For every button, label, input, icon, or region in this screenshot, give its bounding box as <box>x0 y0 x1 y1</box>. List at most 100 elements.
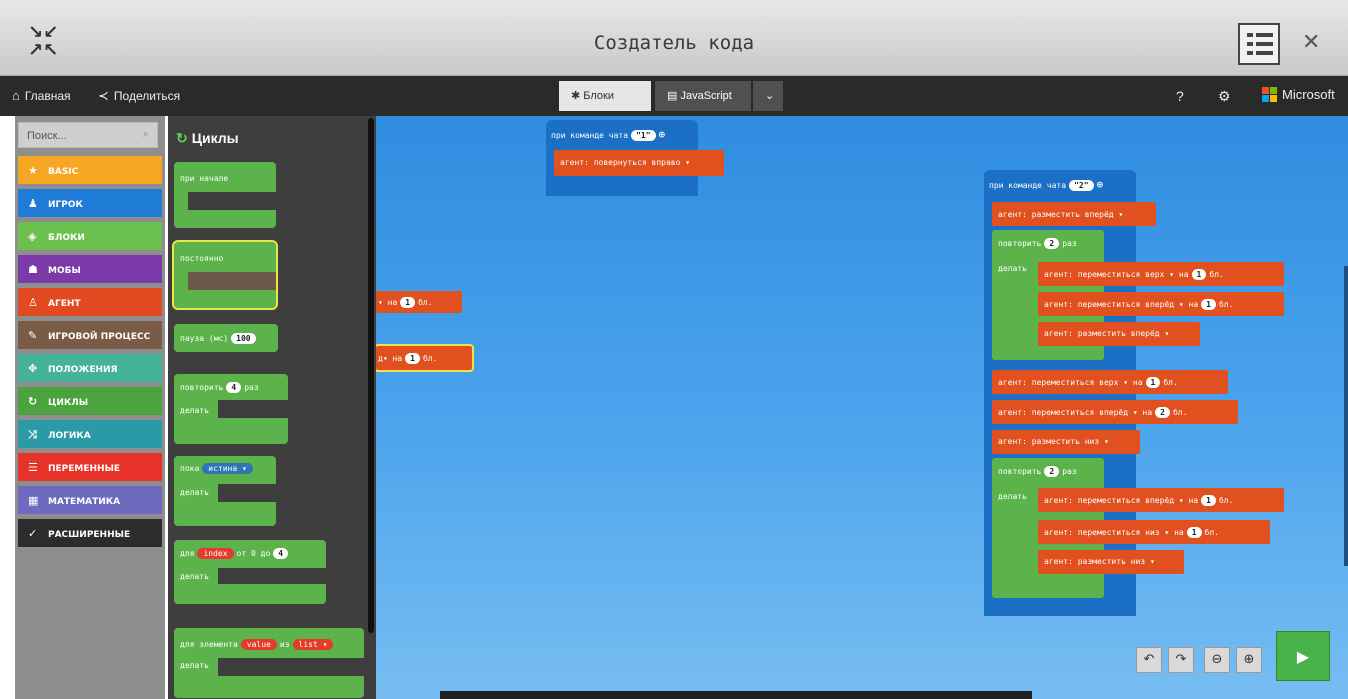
loop-icon: ↻ <box>176 130 188 146</box>
microsoft-logo-icon <box>1262 87 1278 103</box>
category-icon: ✎ <box>28 329 38 342</box>
repeat-1-label: повторить 2 раз <box>998 238 1077 249</box>
add-circle-icon-2[interactable]: ⊕ <box>1097 178 1104 191</box>
zoom-in-icon[interactable]: ⊕ <box>1236 647 1262 673</box>
help-icon[interactable]: ? <box>1176 88 1184 104</box>
place-forward-block-inner[interactable]: агент: разместить вперёд ▾ <box>1038 322 1200 346</box>
move-forward-block-2[interactable]: агент: переместиться вперёд ▾ на 2 бл. <box>992 400 1238 424</box>
category-icon: ★ <box>28 164 38 177</box>
while-condition[interactable]: истина ▾ <box>202 463 253 474</box>
move-up-block-1[interactable]: агент: переместиться верх ▾ на 1 бл. <box>1038 262 1284 286</box>
agent-place-forward-block[interactable]: агент: разместить вперёд ▾ <box>992 202 1156 226</box>
category-10[interactable]: ▦ МАТЕМАТИКА <box>18 486 162 514</box>
workspace-scrollbar[interactable] <box>1344 266 1348 566</box>
loops-flyout: ↻ Циклы при начале постоянно пауза (мс) 10… <box>168 116 376 699</box>
category-3[interactable]: ☗ МОБЫ <box>18 255 162 283</box>
for-do-label: делать <box>180 572 209 581</box>
for-to-value[interactable]: 4 <box>273 548 289 559</box>
repeat-block[interactable]: повторить 4 раз делать <box>174 374 288 444</box>
list-variable[interactable]: list ▾ <box>292 639 334 650</box>
ghost-move-block-2[interactable]: д▾ на 1 бл. <box>376 344 474 372</box>
for-each-block[interactable]: для элемента value из list ▾ делать <box>174 628 364 698</box>
search-input[interactable]: Поиск... ⌕ <box>18 122 158 148</box>
pause-label: пауза (мс) 100 <box>180 333 259 344</box>
redo-icon[interactable]: ↷ <box>1168 647 1194 673</box>
place-down-block-2[interactable]: агент: разместить низ ▾ <box>1038 550 1184 574</box>
category-5[interactable]: ✎ ИГРОВОЙ ПРОЦЕСС <box>18 321 162 349</box>
agent-turn-block[interactable]: агент: повернуться вправо ▾ <box>554 150 724 176</box>
move-up-label-2: агент: переместиться верх ▾ на 1 бл. <box>998 377 1178 388</box>
for-each-variable[interactable]: value <box>240 639 277 650</box>
tab-javascript[interactable]: ▤ JavaScript <box>655 81 751 111</box>
for-label: для index от 0 до 4 <box>180 548 291 559</box>
category-icon: ♙ <box>28 296 38 309</box>
pause-block[interactable]: пауза (мс) 100 <box>174 324 278 352</box>
category-sidebar: Поиск... ⌕ ★ BASIC ♟ ИГРОК ◈ БЛОКИ ☗ МОБЫ ♙ АГЕНТ… <box>15 116 165 699</box>
category-icon: ▦ <box>28 494 39 507</box>
share-icon: ≺ <box>98 88 109 103</box>
move-forward-block-1[interactable]: агент: переместиться вперёд ▾ на 1 бл. <box>1038 292 1284 316</box>
chat-command-1-value[interactable]: "1" <box>631 130 656 141</box>
category-8[interactable]: ⤨ ЛОГИКА <box>18 420 162 448</box>
while-do-label: делать <box>180 488 209 497</box>
category-2[interactable]: ◈ БЛОКИ <box>18 222 162 250</box>
home-button[interactable]: ⌂ Главная <box>12 88 71 103</box>
bottom-bar <box>440 691 1032 699</box>
repeat-value[interactable]: 4 <box>226 382 242 393</box>
repeat-do-label: делать <box>180 406 209 415</box>
home-icon: ⌂ <box>12 88 20 103</box>
category-label: РАСШИРЕННЫЕ <box>48 530 131 540</box>
category-11[interactable]: ✓ РАСШИРЕННЫЕ <box>18 519 162 547</box>
for-each-label: для элемента value из list ▾ <box>180 639 336 650</box>
chat-command-2-value[interactable]: "2" <box>1069 180 1094 191</box>
category-icon: ☗ <box>28 263 38 276</box>
list-menu-icon[interactable] <box>1238 23 1280 65</box>
for-block[interactable]: для index от 0 до 4 делать <box>174 540 326 604</box>
move-down-block[interactable]: агент: переместиться низ ▾ на 1 бл. <box>1038 520 1270 544</box>
search-placeholder: Поиск... <box>27 130 67 142</box>
close-icon[interactable]: ✕ <box>1302 30 1320 55</box>
move-up-block-2[interactable]: агент: переместиться верх ▾ на 1 бл. <box>992 370 1228 394</box>
place-forward-inner-label: агент: разместить вперёд ▾ <box>1044 329 1170 338</box>
editor-dropdown[interactable]: ⌄ <box>753 81 783 111</box>
category-4[interactable]: ♙ АГЕНТ <box>18 288 162 316</box>
category-0[interactable]: ★ BASIC <box>18 156 162 184</box>
flyout-scrollbar[interactable] <box>368 118 374 633</box>
while-block[interactable]: пока истина ▾ делать <box>174 456 276 526</box>
category-label: МОБЫ <box>48 266 81 276</box>
for-each-do-label: делать <box>180 661 209 670</box>
agent-turn-label: агент: повернуться вправо ▾ <box>560 158 691 167</box>
add-circle-icon[interactable]: ⊕ <box>659 128 666 141</box>
window-title: Создатель кода <box>593 32 755 54</box>
home-label: Главная <box>24 89 71 103</box>
for-variable[interactable]: index <box>197 548 234 559</box>
move-forward-block-3[interactable]: агент: переместиться вперёд ▾ на 1 бл. <box>1038 488 1284 512</box>
category-label: ЦИКЛЫ <box>48 398 89 408</box>
category-9[interactable]: ☰ ПЕРЕМЕННЫЕ <box>18 453 162 481</box>
category-7[interactable]: ↻ ЦИКЛЫ <box>18 387 162 415</box>
category-1[interactable]: ♟ ИГРОК <box>18 189 162 217</box>
place-down-label-2: агент: разместить низ ▾ <box>1044 557 1155 566</box>
ghost-move-block-1[interactable]: ▾ на 1 бл. <box>376 291 462 313</box>
zoom-out-icon[interactable]: ⊖ <box>1204 647 1230 673</box>
place-down-block-1[interactable]: агент: разместить низ ▾ <box>992 430 1140 454</box>
share-button[interactable]: ≺ Поделиться <box>98 88 180 104</box>
move-forward-label-2: агент: переместиться вперёд ▾ на 2 бл. <box>998 407 1188 418</box>
on-start-block[interactable]: при начале <box>174 162 276 228</box>
chat-command-1-label: при команде чата "1" ⊕ <box>551 128 666 141</box>
pause-value[interactable]: 100 <box>231 333 256 344</box>
move-down-label: агент: переместиться низ ▾ на 1 бл. <box>1044 527 1219 538</box>
microsoft-brand[interactable]: Microsoft <box>1282 87 1335 102</box>
chat-command-2-label: при команде чата "2" ⊕ <box>989 178 1104 191</box>
category-icon: ↻ <box>28 395 38 408</box>
chevron-down-icon: ⌄ <box>765 90 775 102</box>
category-6[interactable]: ✥ ПОЛОЖЕНИЯ <box>18 354 162 382</box>
share-label: Поделиться <box>113 89 181 103</box>
run-button[interactable]: ▶ <box>1276 631 1330 681</box>
forever-block[interactable]: постоянно <box>172 240 278 310</box>
blocks-workspace[interactable]: ▾ на 1 бл. д▾ на 1 бл. при команде чата "1" ⊕ … <box>376 116 1348 699</box>
undo-icon[interactable]: ↶ <box>1136 647 1162 673</box>
tab-blocks[interactable]: ✱ Блоки <box>559 81 651 111</box>
gear-icon[interactable]: ⚙ <box>1218 88 1231 105</box>
on-start-label: при начале <box>180 174 229 183</box>
